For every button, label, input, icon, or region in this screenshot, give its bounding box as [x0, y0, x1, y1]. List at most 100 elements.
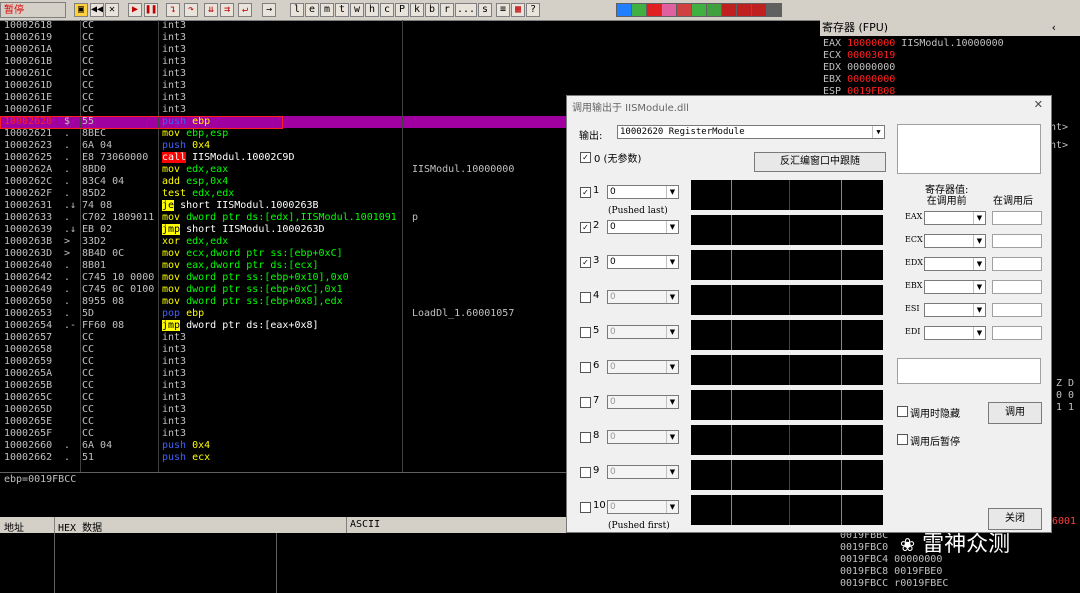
arg-select[interactable]: 0 ▼: [607, 290, 679, 304]
register-after-field[interactable]: [992, 257, 1042, 271]
toolbar-button[interactable]: ...: [455, 3, 477, 17]
output-result-box[interactable]: [897, 124, 1041, 174]
checkbox-arg-0[interactable]: ✓: [580, 152, 591, 163]
rewind-icon[interactable]: ◀◀: [90, 3, 104, 17]
close-icon[interactable]: ✕: [1034, 98, 1043, 111]
step-into-icon[interactable]: ↴: [166, 3, 180, 17]
checkbox-arg-4[interactable]: [580, 292, 591, 303]
dump-col-ascii[interactable]: ASCII: [350, 519, 380, 530]
plugin-icon[interactable]: [706, 3, 722, 17]
checkbox-arg-8[interactable]: [580, 432, 591, 443]
stack-row[interactable]: 0019FBC0: [840, 542, 888, 554]
status-box[interactable]: [897, 358, 1041, 384]
trace-over-icon[interactable]: ⇉: [220, 3, 234, 17]
register-before-select[interactable]: ▼: [924, 234, 986, 248]
arg-memory-view[interactable]: [691, 390, 883, 420]
step-over-icon[interactable]: ↷: [184, 3, 198, 17]
arg-select[interactable]: 0 ▼: [607, 430, 679, 444]
plugin-icon[interactable]: [676, 3, 692, 17]
plugin-icon[interactable]: [736, 3, 752, 17]
checkbox-pause-after[interactable]: [897, 434, 908, 445]
register-before-select[interactable]: ▼: [924, 326, 986, 340]
register-after-field[interactable]: [992, 234, 1042, 248]
arg-memory-view[interactable]: [691, 285, 883, 315]
plugin-icon[interactable]: [691, 3, 707, 17]
dump-col-hex[interactable]: HEX 数据: [58, 519, 102, 534]
checkbox-arg-9[interactable]: [580, 467, 591, 478]
plugin-icon[interactable]: [766, 3, 782, 17]
plugin-icon[interactable]: [661, 3, 677, 17]
checkbox-arg-10[interactable]: [580, 502, 591, 513]
plugin-icon[interactable]: [646, 3, 662, 17]
arg-memory-view[interactable]: [691, 320, 883, 350]
toolbar-button[interactable]: t: [335, 3, 349, 17]
output-select[interactable]: 10002620 RegisterModule ▼: [617, 125, 885, 139]
plugin-icon[interactable]: [616, 3, 632, 17]
toolbar-button[interactable]: r: [440, 3, 454, 17]
close-button[interactable]: 关闭: [988, 508, 1042, 530]
register-row[interactable]: EAX 10000000 IISModul.10000000: [823, 38, 1004, 50]
toolbar-button[interactable]: l: [290, 3, 304, 17]
register-before-select[interactable]: ▼: [924, 211, 986, 225]
arg-memory-view[interactable]: [691, 425, 883, 455]
register-after-field[interactable]: [992, 326, 1042, 340]
disasm-row[interactable]: 1000261D CC int3: [0, 80, 820, 92]
help-icon[interactable]: ?: [526, 3, 540, 17]
register-before-select[interactable]: ▼: [924, 280, 986, 294]
register-row[interactable]: EBX 00000000: [823, 74, 895, 86]
register-before-select[interactable]: ▼: [924, 257, 986, 271]
arg-memory-view[interactable]: [691, 355, 883, 385]
stack-row[interactable]: 0019FBC8 0019FBE0: [840, 566, 942, 578]
execute-till-return-icon[interactable]: ↵: [238, 3, 252, 17]
plugin-icon[interactable]: [721, 3, 737, 17]
list-icon[interactable]: ≡: [496, 3, 510, 17]
arg-select[interactable]: 0 ▼: [607, 465, 679, 479]
arg-select[interactable]: 0 ▼: [607, 325, 679, 339]
checkbox-arg-3[interactable]: ✓: [580, 257, 591, 268]
arg-select[interactable]: 0 ▼: [607, 395, 679, 409]
toolbar-button[interactable]: P: [395, 3, 409, 17]
toolbar-button[interactable]: h: [365, 3, 379, 17]
arg-memory-view[interactable]: [691, 250, 883, 280]
toolbar-button[interactable]: s: [478, 3, 492, 17]
checkbox-arg-6[interactable]: [580, 362, 591, 373]
plugin-icon[interactable]: [631, 3, 647, 17]
checkbox-arg-7[interactable]: [580, 397, 591, 408]
dump-pane[interactable]: [0, 533, 820, 593]
disasm-row[interactable]: 10002618 CC int3: [0, 20, 820, 32]
toolbar-button[interactable]: w: [350, 3, 364, 17]
trace-into-icon[interactable]: ⇊: [204, 3, 218, 17]
arg-select[interactable]: 0 ▼: [607, 500, 679, 514]
register-after-field[interactable]: [992, 303, 1042, 317]
arg-memory-view[interactable]: [691, 495, 883, 525]
checkbox-arg-5[interactable]: [580, 327, 591, 338]
register-after-field[interactable]: [992, 211, 1042, 225]
dump-col-address[interactable]: 地址: [4, 519, 24, 534]
open-icon[interactable]: ▣: [74, 3, 88, 17]
register-after-field[interactable]: [992, 280, 1042, 294]
register-row[interactable]: ECX 00003019: [823, 50, 895, 62]
toolbar-button[interactable]: b: [425, 3, 439, 17]
checkbox-arg-2[interactable]: ✓: [580, 222, 591, 233]
toolbar-button[interactable]: e: [305, 3, 319, 17]
stack-row[interactable]: 0019FBCC r0019FBEC: [840, 578, 948, 590]
plugin-icon[interactable]: [751, 3, 767, 17]
arg-select[interactable]: 0 ▼: [607, 185, 679, 199]
arg-memory-view[interactable]: [691, 460, 883, 490]
chevron-left-icon[interactable]: ‹: [1052, 20, 1056, 36]
grid-icon[interactable]: ▦: [511, 3, 525, 17]
toolbar-button[interactable]: k: [410, 3, 424, 17]
goto-icon[interactable]: →: [262, 3, 276, 17]
follow-in-disasm-button[interactable]: 反汇编窗口中跟随: [754, 152, 886, 172]
arg-select[interactable]: 0 ▼: [607, 360, 679, 374]
toolbar-button[interactable]: c: [380, 3, 394, 17]
disasm-row[interactable]: 10002619 CC int3: [0, 32, 820, 44]
disasm-row[interactable]: 1000261A CC int3: [0, 44, 820, 56]
close-icon[interactable]: ✕: [105, 3, 119, 17]
checkbox-arg-1[interactable]: ✓: [580, 187, 591, 198]
toolbar-button[interactable]: m: [320, 3, 334, 17]
arg-memory-view[interactable]: [691, 180, 883, 210]
arg-select[interactable]: 0 ▼: [607, 255, 679, 269]
disasm-row[interactable]: 1000261C CC int3: [0, 68, 820, 80]
register-before-select[interactable]: ▼: [924, 303, 986, 317]
